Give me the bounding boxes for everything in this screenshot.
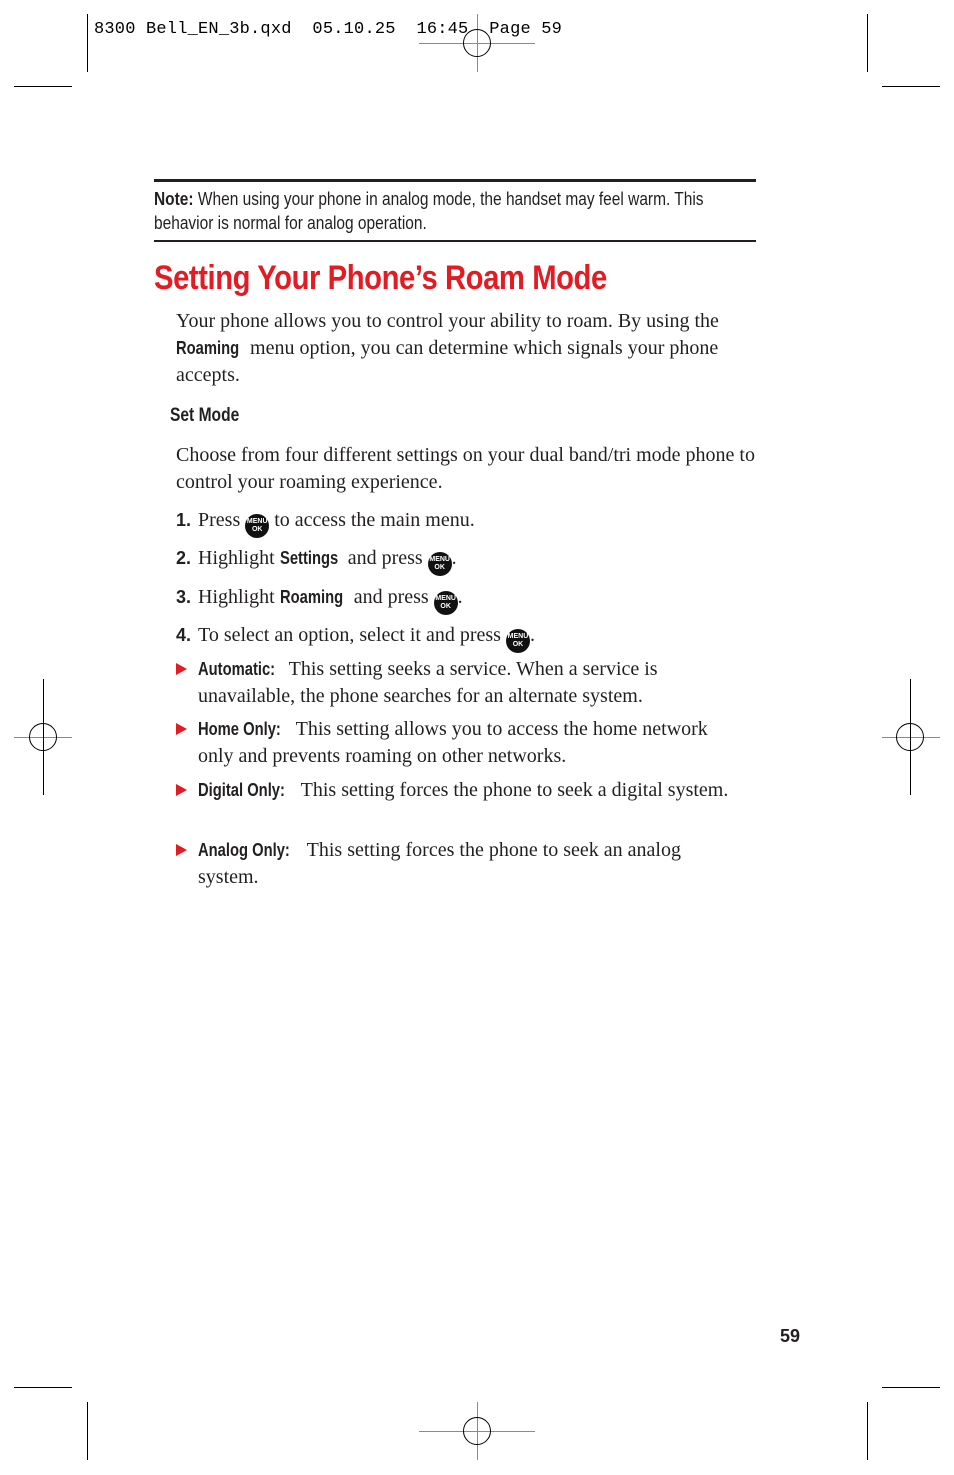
- intro-text: Your phone allows you to control your ab…: [176, 310, 719, 332]
- option-label: Analog Only:: [198, 840, 290, 860]
- menu-ok-key-icon: MENU OK: [427, 552, 452, 576]
- menu-ok-key-icon: MENU OK: [505, 629, 530, 653]
- option-label: Automatic:: [198, 659, 276, 679]
- step-number: 1.: [176, 510, 192, 530]
- menu-ok-key-icon: MENU OK: [245, 514, 270, 538]
- bullet-arrow-icon: [176, 723, 187, 735]
- step-4: 4. To select an option, select it and pre…: [176, 622, 535, 653]
- bullet-arrow-icon: [176, 663, 187, 675]
- section-title: Setting Your Phone’s Roam Mode: [154, 259, 607, 297]
- note-box: Note: When using your phone in analog mo…: [154, 179, 756, 242]
- step-text: to access the main menu.: [269, 509, 475, 531]
- step-number: 3.: [176, 587, 192, 607]
- file-slug-line: 8300 Bell_EN_3b.qxd 05.10.25 16:45 Page …: [94, 20, 563, 39]
- option-digital-only: Digital Only: This setting forces the ph…: [176, 777, 746, 804]
- option-text: This setting forces the phone to seek a …: [296, 779, 729, 801]
- step-text: and press: [348, 586, 434, 608]
- option-label: Home Only:: [198, 719, 281, 739]
- page-number: 59: [780, 1326, 801, 1346]
- step-2: 2. Highlight Settings and press MENU OK.: [176, 545, 457, 576]
- step-number: 2.: [176, 548, 192, 568]
- bullet-arrow-icon: [176, 784, 187, 796]
- crop-mark: [87, 14, 88, 72]
- intro-text: menu option, you can determine which sig…: [176, 337, 719, 386]
- option-automatic: Automatic: This setting seeks a service.…: [176, 656, 746, 710]
- menu-term-roaming: Roaming: [279, 587, 343, 607]
- step-text: To select an option, select it and press: [198, 624, 506, 646]
- bullet-arrow-icon: [176, 844, 187, 856]
- menu-term-settings: Settings: [279, 548, 338, 568]
- option-analog-only: Analog Only: This setting forces the pho…: [176, 837, 746, 891]
- step-text: Highlight: [198, 586, 280, 608]
- subheading-paragraph: Choose from four different settings on y…: [176, 444, 755, 493]
- step-text: and press: [342, 547, 428, 569]
- subheading: Set Mode: [170, 405, 240, 426]
- step-text: Press: [198, 509, 246, 531]
- crop-mark: [867, 1402, 868, 1460]
- crop-mark: [882, 86, 940, 87]
- step-number: 4.: [176, 625, 192, 645]
- intro-paragraph: Your phone allows you to control your ab…: [176, 308, 766, 389]
- step-3: 3. Highlight Roaming and press MENU OK.: [176, 584, 463, 615]
- menu-ok-key-icon: MENU OK: [433, 591, 458, 615]
- note-label: Note:: [154, 189, 194, 209]
- step-text: Highlight: [198, 547, 280, 569]
- crop-mark: [867, 14, 868, 72]
- option-label: Digital Only:: [198, 780, 285, 800]
- step-1: 1. Press MENU OK to access the main menu.: [176, 507, 475, 538]
- note-text: When using your phone in analog mode, th…: [154, 189, 704, 233]
- crop-mark: [87, 1402, 88, 1460]
- crop-mark: [14, 1387, 72, 1388]
- menu-term-roaming: Roaming: [176, 338, 240, 358]
- crop-mark: [882, 1387, 940, 1388]
- crop-mark: [14, 86, 72, 87]
- option-home-only: Home Only: This setting allows you to ac…: [176, 716, 746, 770]
